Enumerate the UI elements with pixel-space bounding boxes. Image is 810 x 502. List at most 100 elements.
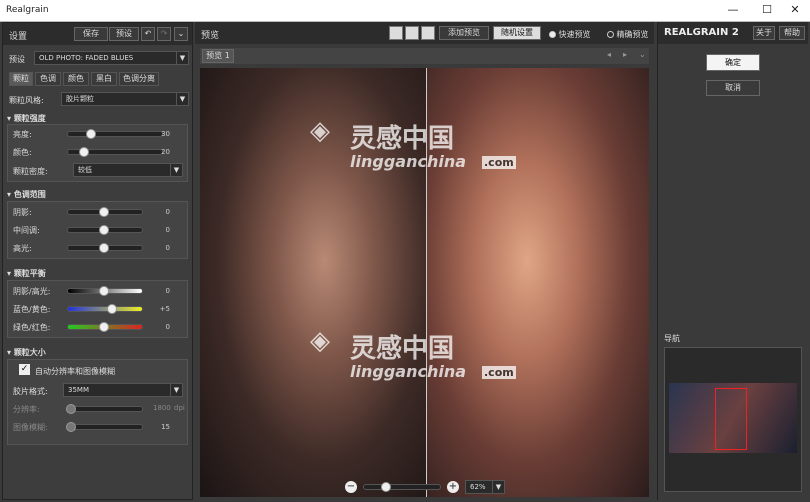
color-label: 颜色:	[13, 148, 32, 157]
zoom-select[interactable]: 62% ▼	[465, 480, 505, 494]
color-value: 20	[161, 148, 170, 156]
section-balance-title: 颗粒平衡	[13, 269, 46, 278]
preview-title: 预览	[201, 31, 220, 41]
tab-bw[interactable]: 黑白	[91, 72, 117, 86]
window-title: Realgrain	[6, 5, 49, 15]
random-settings-button[interactable]: 随机设置	[493, 26, 541, 40]
navigator-viewport[interactable]	[715, 388, 747, 450]
brightness-value: 30	[161, 130, 170, 138]
tab-tone[interactable]: 色调	[35, 72, 61, 86]
about-button[interactable]: 关于	[753, 26, 775, 40]
preset-select[interactable]: OLD PHOTO: FADED BLUES ▼	[34, 51, 189, 65]
resolution-value: 1800	[153, 404, 171, 412]
watermark-com: .com	[482, 156, 516, 169]
fast-preview-option[interactable]: 快速预览	[549, 29, 591, 40]
settings-panel: 设置 保存 预设 ↶ ↷ ⌄ 预设 OLD PHOTO: FADED BLUES…	[2, 22, 193, 500]
resolution-unit: dpi	[174, 404, 185, 412]
tab-color[interactable]: 颜色	[63, 72, 89, 86]
chevron-down-icon: ▼	[176, 52, 188, 64]
auto-checkbox[interactable]: ✓	[19, 364, 30, 375]
chevron-down-icon: ▼	[170, 384, 182, 396]
redo-icon[interactable]: ↷	[157, 27, 171, 41]
zoom-slider[interactable]	[363, 484, 441, 490]
shadow-highlight-label: 阴影/高光:	[13, 287, 51, 296]
watermark-url: lingganchina	[350, 362, 466, 381]
preset-value: OLD PHOTO: FADED BLUES	[39, 54, 134, 62]
midtones-label: 中间调:	[13, 226, 40, 235]
section-tonal[interactable]: ▾ 色调范围	[7, 189, 46, 200]
section-balance[interactable]: ▾ 颗粒平衡	[7, 268, 46, 279]
zoom-in-icon[interactable]: +	[447, 481, 459, 493]
shadows-label: 阴影:	[13, 208, 32, 217]
blue-yellow-thumb[interactable]	[107, 304, 117, 314]
midtones-thumb[interactable]	[99, 225, 109, 235]
blur-thumb[interactable]	[66, 422, 76, 432]
split-horizontal-icon[interactable]	[405, 26, 419, 40]
minimize-button[interactable]: —	[718, 1, 748, 19]
resolution-label: 分辨率:	[13, 405, 40, 414]
blur-value: 15	[161, 423, 170, 431]
blue-yellow-slider[interactable]	[67, 306, 143, 312]
radio-selected-icon	[549, 31, 556, 38]
format-label: 胶片格式:	[13, 387, 48, 396]
density-select[interactable]: 较低 ▼	[73, 163, 183, 177]
chevron-down-icon[interactable]: ⌄	[174, 27, 188, 41]
split-vertical-icon[interactable]	[421, 26, 435, 40]
tab-grain[interactable]: 颗粒	[9, 72, 33, 86]
tab-next-icon[interactable]: ▸	[623, 50, 627, 59]
settings-title: 设置	[9, 32, 28, 42]
watermark-brand: 灵感中国	[350, 124, 455, 154]
shadow-highlight-value: 0	[165, 287, 170, 295]
format-value: 35MM	[68, 386, 89, 394]
brightness-thumb[interactable]	[86, 129, 96, 139]
section-size[interactable]: ▾ 颗粒大小	[7, 347, 46, 358]
brand-logo: REALGRAIN 2	[664, 27, 739, 38]
section-intensity[interactable]: ▾ 颗粒强度	[7, 113, 46, 124]
watermark-url: lingganchina	[350, 152, 466, 171]
grain-style-value: 胶片颗粒	[66, 95, 94, 103]
add-preview-button[interactable]: 添加预览	[439, 26, 489, 40]
highlights-value: 0	[165, 244, 170, 252]
maximize-button[interactable]: ☐	[752, 1, 782, 19]
close-button[interactable]: ✕	[780, 1, 810, 19]
save-button[interactable]: 保存	[74, 27, 108, 41]
blue-yellow-label: 蓝色/黄色:	[13, 305, 51, 314]
preview-image[interactable]: ◈ 灵感中国 lingganchina .com ◈ 灵感中国 lingganc…	[200, 68, 649, 497]
grain-style-select[interactable]: 胶片颗粒 ▼	[61, 92, 189, 106]
watermark-logo-icon: ◈	[310, 326, 330, 356]
cancel-button[interactable]: 取消	[706, 80, 760, 96]
zoom-out-icon[interactable]: −	[345, 481, 357, 493]
help-button[interactable]: 帮助	[779, 26, 805, 40]
accurate-preview-option[interactable]: 精确预览	[607, 29, 649, 40]
resolution-thumb[interactable]	[66, 404, 76, 414]
format-select[interactable]: 35MM ▼	[63, 383, 183, 397]
tab-prev-icon[interactable]: ◂	[607, 50, 611, 59]
highlights-thumb[interactable]	[99, 243, 109, 253]
accurate-preview-label: 精确预览	[616, 30, 649, 39]
resolution-slider[interactable]	[67, 406, 143, 412]
highlights-label: 高光:	[13, 244, 32, 253]
tab-split-tone[interactable]: 色调分离	[119, 72, 159, 86]
shadow-highlight-thumb[interactable]	[99, 286, 109, 296]
midtones-value: 0	[165, 226, 170, 234]
undo-icon[interactable]: ↶	[141, 27, 155, 41]
watermark-com: .com	[482, 366, 516, 379]
preset-button[interactable]: 预设	[109, 27, 139, 41]
tab-menu-icon[interactable]: ⌄	[639, 50, 646, 59]
green-red-thumb[interactable]	[99, 322, 109, 332]
auto-label: 自动分辨率和图像模糊	[35, 367, 115, 376]
navigator-box	[664, 347, 802, 492]
ok-button[interactable]: 确定	[706, 54, 760, 71]
preview-panel: 预览 添加预览 随机设置 快速预览 精确预览 预览 1 ◂ ▸ ⌄ ◈ 灵感中国…	[195, 22, 654, 500]
shadows-thumb[interactable]	[99, 207, 109, 217]
grain-style-label: 颗粒风格:	[9, 96, 44, 105]
chevron-down-icon: ▼	[176, 93, 188, 105]
color-thumb[interactable]	[79, 147, 89, 157]
blur-slider[interactable]	[67, 424, 143, 430]
chevron-down-icon: ▼	[170, 164, 182, 176]
single-view-icon[interactable]	[389, 26, 403, 40]
zoom-thumb[interactable]	[381, 482, 391, 492]
tab-preview-1[interactable]: 预览 1	[202, 49, 234, 63]
density-label: 颗粒密度:	[13, 167, 48, 176]
watermark-logo-icon: ◈	[310, 116, 330, 146]
